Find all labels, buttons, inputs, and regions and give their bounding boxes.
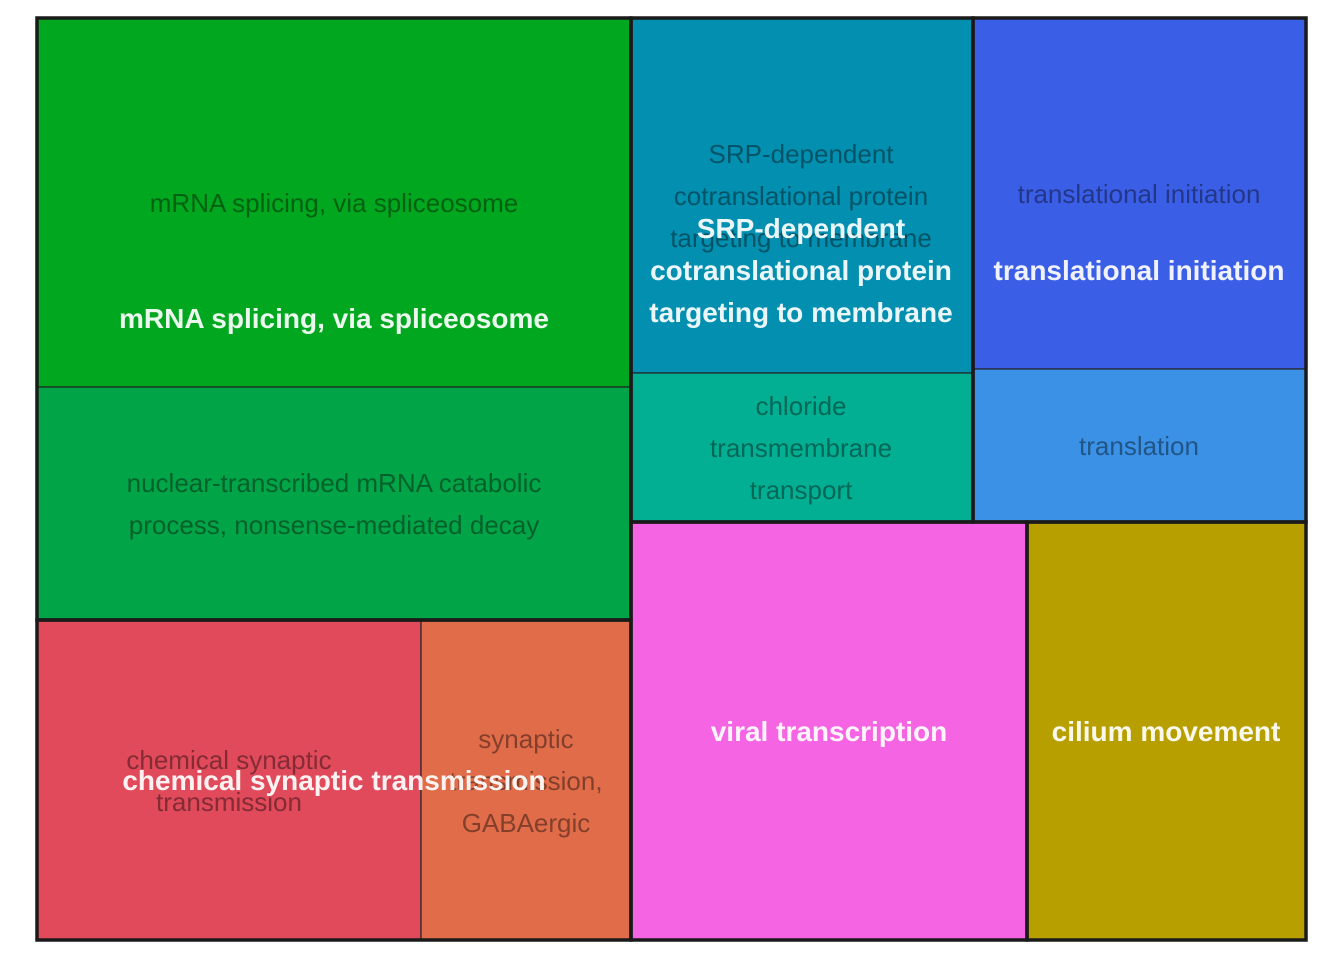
term-label-synaptic-transmission-gabaergic-line: GABAergic — [462, 808, 591, 838]
group-label-translational-initiation-line: translational initiation — [994, 255, 1285, 286]
group-label-translational-initiation: translational initiation — [994, 255, 1285, 286]
term-label-chloride-transmembrane-transport-line: transport — [750, 475, 853, 505]
term-label-srp-dependent-cotranslational-protein-targeting-to-membrane-line: SRP-dependent — [708, 139, 894, 169]
term-label-translational-initiation: translational initiation — [1018, 179, 1261, 209]
group-label-srp-dependent-cotranslational-protein-targeting-to-membrane-line: SRP-dependent — [697, 213, 905, 244]
term-label-chloride-transmembrane-transport-line: transmembrane — [710, 433, 892, 463]
term-label-translation: translation — [1079, 431, 1199, 461]
term-label-synaptic-transmission-gabaergic-line: synaptic — [478, 724, 573, 754]
group-label-srp-dependent-cotranslational-protein-targeting-to-membrane-line: cotranslational protein — [650, 255, 952, 286]
term-label-srp-dependent-cotranslational-protein-targeting-to-membrane-line: cotranslational protein — [674, 181, 928, 211]
group-label-mrna-splicing-via-spliceosome-line: mRNA splicing, via spliceosome — [119, 303, 549, 334]
term-label-translational-initiation-line: translational initiation — [1018, 179, 1261, 209]
term-label-mrna-splicing-via-spliceosome-line: mRNA splicing, via spliceosome — [150, 188, 518, 218]
term-label-nuclear-transcribed-mrna-catabolic-process-nonsense-mediated-decay-line: nuclear-transcribed mRNA catabolic — [127, 468, 542, 498]
group-label-chemical-synaptic-transmission-line: chemical synaptic transmission — [122, 765, 545, 796]
term-label-mrna-splicing-via-spliceosome: mRNA splicing, via spliceosome — [150, 188, 518, 218]
group-label-cilium-movement-line: cilium movement — [1052, 716, 1281, 747]
group-label-viral-transcription-line: viral transcription — [711, 716, 948, 747]
term-label-chloride-transmembrane-transport-line: chloride — [755, 391, 846, 421]
term-label-translation-line: translation — [1079, 431, 1199, 461]
group-label-chemical-synaptic-transmission: chemical synaptic transmission — [122, 765, 545, 796]
group-label-mrna-splicing-via-spliceosome: mRNA splicing, via spliceosome — [119, 303, 549, 334]
cell-nuclear-transcribed-mrna-catabolic-process-nonsense-mediated-decay — [36, 386, 632, 621]
term-label-nuclear-transcribed-mrna-catabolic-process-nonsense-mediated-decay-line: process, nonsense-mediated decay — [129, 510, 539, 540]
group-label-srp-dependent-cotranslational-protein-targeting-to-membrane-line: targeting to membrane — [649, 297, 952, 328]
treemap-chart: mRNA splicing, via spliceosome nuclear-tr… — [35, 16, 1308, 942]
group-label-viral-transcription: viral transcription — [711, 716, 948, 747]
group-label-cilium-movement: cilium movement — [1052, 716, 1281, 747]
